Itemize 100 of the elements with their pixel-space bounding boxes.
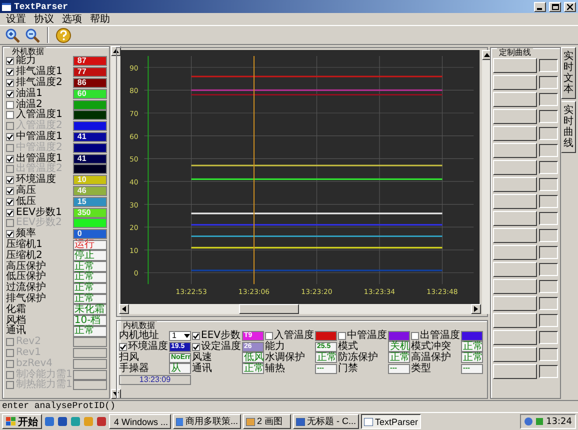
- menu-item[interactable]: 帮助: [90, 14, 110, 24]
- curve-button[interactable]: [493, 126, 537, 141]
- color-swatch: 10: [73, 175, 108, 186]
- curve-button[interactable]: [493, 58, 537, 73]
- window-icon: [246, 418, 255, 426]
- row-label: 手操器: [119, 364, 150, 374]
- curve-button[interactable]: [493, 330, 537, 345]
- zoom-out-icon: [25, 28, 40, 42]
- curve-button[interactable]: [493, 75, 537, 90]
- quick-launch-icon[interactable]: [57, 416, 68, 427]
- curve-field: [539, 144, 558, 157]
- scroll-left-button[interactable]: [119, 304, 129, 314]
- row-label: 油温2: [16, 100, 42, 110]
- up-arrow-icon: [113, 49, 120, 53]
- row-label: 入管温度: [274, 330, 314, 340]
- color-swatch: 41: [73, 154, 108, 164]
- time-field: 13:23:09: [119, 374, 191, 384]
- checkbox[interactable]: [6, 100, 14, 109]
- curve-field: [539, 212, 558, 225]
- row-label: 辅热: [265, 364, 285, 374]
- row-label: 模式: [338, 342, 358, 352]
- window-icon: [364, 418, 373, 426]
- curve-button[interactable]: [493, 228, 537, 243]
- row-label: 设定温度: [201, 342, 241, 352]
- status-value: 10-档: [73, 315, 108, 326]
- color-swatch: 87: [73, 56, 108, 66]
- zoom-out-button[interactable]: [24, 26, 41, 44]
- color-swatch: 46: [73, 186, 108, 196]
- taskbar-button[interactable]: 4 Windows ...: [109, 414, 171, 429]
- address-dropdown[interactable]: 1: [169, 330, 191, 340]
- checkbox[interactable]: [6, 208, 14, 217]
- checkbox[interactable]: [192, 332, 200, 340]
- curve-button[interactable]: [493, 92, 537, 107]
- taskbar-button[interactable]: TextParser: [361, 414, 421, 429]
- checkbox[interactable]: [265, 332, 273, 340]
- quick-launch-icon[interactable]: [96, 416, 107, 427]
- checkbox[interactable]: [6, 186, 14, 195]
- curve-button[interactable]: [493, 194, 537, 209]
- curve-button[interactable]: [493, 160, 537, 175]
- checkbox[interactable]: [338, 332, 346, 340]
- checkbox[interactable]: [6, 154, 14, 163]
- row-label: 排气温度1: [16, 67, 64, 78]
- clock: 13:24: [546, 416, 572, 426]
- value-field: 正常: [242, 363, 264, 374]
- curve-button[interactable]: [493, 245, 537, 260]
- checkbox[interactable]: [411, 332, 419, 340]
- curve-field: [539, 314, 558, 327]
- zoom-in-button[interactable]: [4, 26, 21, 44]
- taskbar-button[interactable]: 2 画图: [243, 414, 291, 429]
- value-field: 正常: [461, 352, 483, 363]
- taskbar-button[interactable]: 无标题 - C...: [293, 414, 359, 429]
- row-label: 过流保护: [6, 283, 47, 294]
- curve-button[interactable]: [493, 364, 537, 379]
- checkbox[interactable]: [6, 230, 14, 238]
- side-tab[interactable]: 实时文本: [561, 47, 576, 99]
- side-tab[interactable]: 实时曲线: [561, 101, 576, 153]
- row-label: 压缩机1: [6, 240, 44, 250]
- curve-button[interactable]: [493, 279, 537, 294]
- start-button[interactable]: 开始: [2, 414, 42, 429]
- checkbox[interactable]: [6, 90, 14, 98]
- checkbox[interactable]: [6, 78, 14, 87]
- checkbox[interactable]: [192, 342, 200, 350]
- panel-title: 外机数据: [10, 47, 46, 56]
- color-swatch: 0: [73, 229, 108, 240]
- checkbox[interactable]: [6, 68, 14, 76]
- maximize-button[interactable]: [549, 2, 561, 12]
- checkbox[interactable]: [119, 342, 127, 350]
- row-label: 中管温度1: [16, 132, 64, 142]
- curve-button[interactable]: [493, 296, 537, 311]
- close-button[interactable]: [564, 2, 576, 12]
- checkbox[interactable]: [6, 176, 14, 184]
- checkbox[interactable]: [6, 111, 14, 120]
- help-icon: [56, 28, 71, 42]
- curve-button[interactable]: [493, 177, 537, 192]
- curve-button[interactable]: [493, 262, 537, 277]
- color-swatch: 60: [73, 88, 108, 99]
- curve-button[interactable]: [493, 313, 537, 328]
- minimize-button[interactable]: [534, 2, 546, 12]
- menu-item[interactable]: 协议: [34, 14, 54, 24]
- checkbox[interactable]: [6, 132, 14, 141]
- checkbox[interactable]: [6, 57, 14, 66]
- checkbox[interactable]: [6, 198, 14, 206]
- menu-item[interactable]: 设置: [6, 14, 26, 24]
- status-value: 正常: [73, 282, 108, 294]
- scrollbar[interactable]: [119, 304, 481, 314]
- curve-field: [539, 263, 558, 276]
- row-label: 模式冲突: [411, 342, 451, 352]
- taskbar-button[interactable]: 商用多联策...: [173, 414, 241, 429]
- scroll-thumb[interactable]: [239, 304, 299, 314]
- row-label: 通讯: [6, 326, 27, 336]
- scroll-right-button[interactable]: [471, 304, 481, 314]
- curve-button[interactable]: [493, 143, 537, 158]
- curve-button[interactable]: [493, 109, 537, 124]
- status-value: 正常: [73, 261, 108, 272]
- help-button[interactable]: [55, 26, 72, 44]
- row-label: 频率: [16, 229, 37, 240]
- curve-button[interactable]: [493, 211, 537, 226]
- quick-launch-icon[interactable]: [44, 416, 55, 427]
- curve-button[interactable]: [493, 347, 537, 362]
- menu-item[interactable]: 选项: [62, 14, 82, 24]
